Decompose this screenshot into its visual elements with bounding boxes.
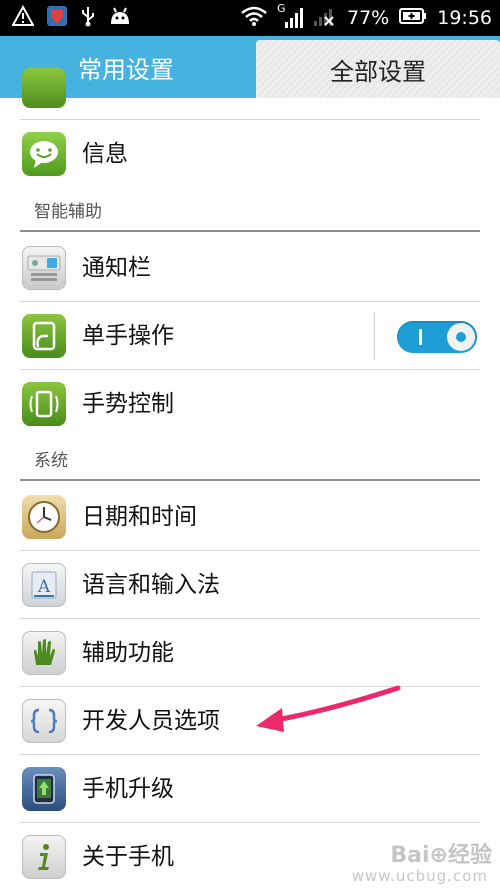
list-item-messages[interactable]: 信息 bbox=[0, 120, 500, 188]
list-item-notification-bar[interactable]: 通知栏 bbox=[0, 234, 500, 302]
no-signal-icon bbox=[313, 5, 337, 31]
section-title: 智能辅助 bbox=[34, 202, 102, 222]
hand-icon bbox=[22, 631, 66, 675]
svg-text:A: A bbox=[37, 577, 51, 597]
messages-icon bbox=[22, 132, 66, 176]
usb-icon bbox=[80, 5, 96, 31]
about-phone-label: 关于手机 bbox=[82, 844, 174, 870]
language-icon: A bbox=[22, 563, 66, 607]
list-item-system-upgrade[interactable]: 手机升级 bbox=[0, 755, 500, 823]
one-hand-icon bbox=[22, 314, 66, 358]
signal-icon: G bbox=[277, 2, 303, 30]
wifi-icon bbox=[241, 6, 267, 30]
developer-braces-icon bbox=[22, 699, 66, 743]
clock-icon bbox=[22, 495, 66, 539]
app-notification-icon bbox=[46, 5, 68, 31]
watermark-url: www.ucbug.com bbox=[351, 867, 488, 885]
battery-icon bbox=[399, 7, 427, 29]
settings-list: 信息 智能辅助 通知栏 单手操作 手势控制 系统 日期和时间 A 语言和输入法 … bbox=[0, 68, 500, 889]
section-system: 系统 bbox=[0, 441, 500, 481]
status-bar: G 77% 19:56 bbox=[0, 0, 500, 36]
partial-item-icon bbox=[22, 68, 66, 108]
system-upgrade-label: 手机升级 bbox=[82, 776, 174, 802]
watermark-logo: Bai⊕经验 bbox=[390, 843, 492, 868]
annotation-arrow bbox=[256, 685, 401, 732]
info-icon bbox=[22, 835, 66, 879]
gesture-icon bbox=[22, 382, 66, 426]
clock: 19:56 bbox=[437, 7, 492, 29]
list-item-language[interactable]: A 语言和输入法 bbox=[0, 551, 500, 619]
one-hand-toggle[interactable] bbox=[397, 321, 477, 353]
list-item-gesture[interactable]: 手势控制 bbox=[0, 370, 500, 438]
watermark: Bai⊕经验 www.ucbug.com bbox=[272, 837, 492, 887]
gesture-label: 手势控制 bbox=[82, 391, 174, 417]
notification-bar-icon bbox=[22, 246, 66, 290]
phone-upgrade-icon bbox=[22, 767, 66, 811]
developer-options-label: 开发人员选项 bbox=[82, 708, 220, 734]
list-item-one-hand[interactable]: 单手操作 bbox=[0, 302, 500, 370]
date-time-label: 日期和时间 bbox=[82, 504, 197, 530]
warning-icon bbox=[11, 4, 35, 31]
list-item-date-time[interactable]: 日期和时间 bbox=[0, 483, 500, 551]
list-item-accessibility[interactable]: 辅助功能 bbox=[0, 619, 500, 687]
android-icon bbox=[108, 6, 132, 30]
one-hand-label: 单手操作 bbox=[82, 323, 174, 349]
partial-list-item[interactable] bbox=[0, 68, 500, 120]
section-title: 系统 bbox=[34, 451, 68, 471]
tab-all-settings[interactable]: 全部设置 bbox=[256, 40, 500, 98]
section-smart-assist: 智能辅助 bbox=[0, 192, 500, 232]
row-separator bbox=[374, 312, 375, 360]
messages-label: 信息 bbox=[82, 141, 128, 167]
accessibility-label: 辅助功能 bbox=[82, 640, 174, 666]
tab-bar: 常用设置 全部设置 bbox=[0, 36, 500, 98]
language-label: 语言和输入法 bbox=[82, 572, 220, 598]
battery-percent: 77% bbox=[347, 7, 390, 29]
notification-bar-label: 通知栏 bbox=[82, 255, 151, 281]
